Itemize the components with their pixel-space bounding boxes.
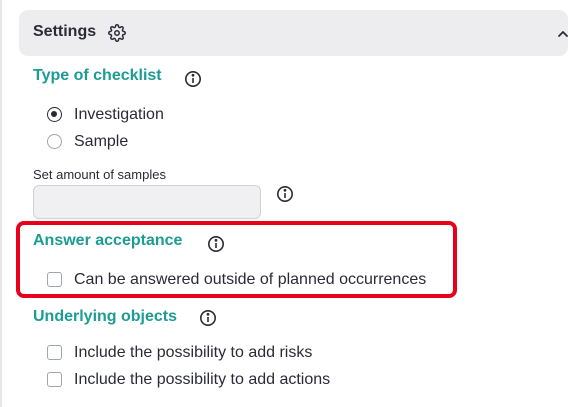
- info-icon[interactable]: [199, 309, 217, 327]
- checkbox[interactable]: [47, 372, 62, 387]
- samples-input[interactable]: [33, 185, 261, 219]
- samples-field-label: Set amount of samples: [33, 167, 166, 182]
- checkbox-label: Include the possibility to add risks: [74, 344, 313, 361]
- underlying-objects-title: Underlying objects: [33, 308, 178, 325]
- radio-label: Investigation: [74, 106, 164, 123]
- chevron-up-icon[interactable]: [555, 26, 568, 42]
- highlight-frame: [16, 221, 457, 298]
- radio-label: Sample: [74, 133, 129, 150]
- info-icon[interactable]: [184, 70, 202, 88]
- radio-button[interactable]: [47, 134, 62, 149]
- checkbox[interactable]: [47, 345, 62, 360]
- settings-header[interactable]: Settings: [19, 10, 568, 56]
- radio-button[interactable]: [47, 107, 62, 122]
- settings-title: Settings: [33, 23, 97, 40]
- checklist-type-title: Type of checklist: [33, 67, 162, 84]
- gear-icon[interactable]: [108, 24, 126, 42]
- info-icon[interactable]: [276, 185, 294, 203]
- checkbox-label: Include the possibility to add actions: [74, 371, 331, 388]
- panel-left-border: [0, 0, 2, 407]
